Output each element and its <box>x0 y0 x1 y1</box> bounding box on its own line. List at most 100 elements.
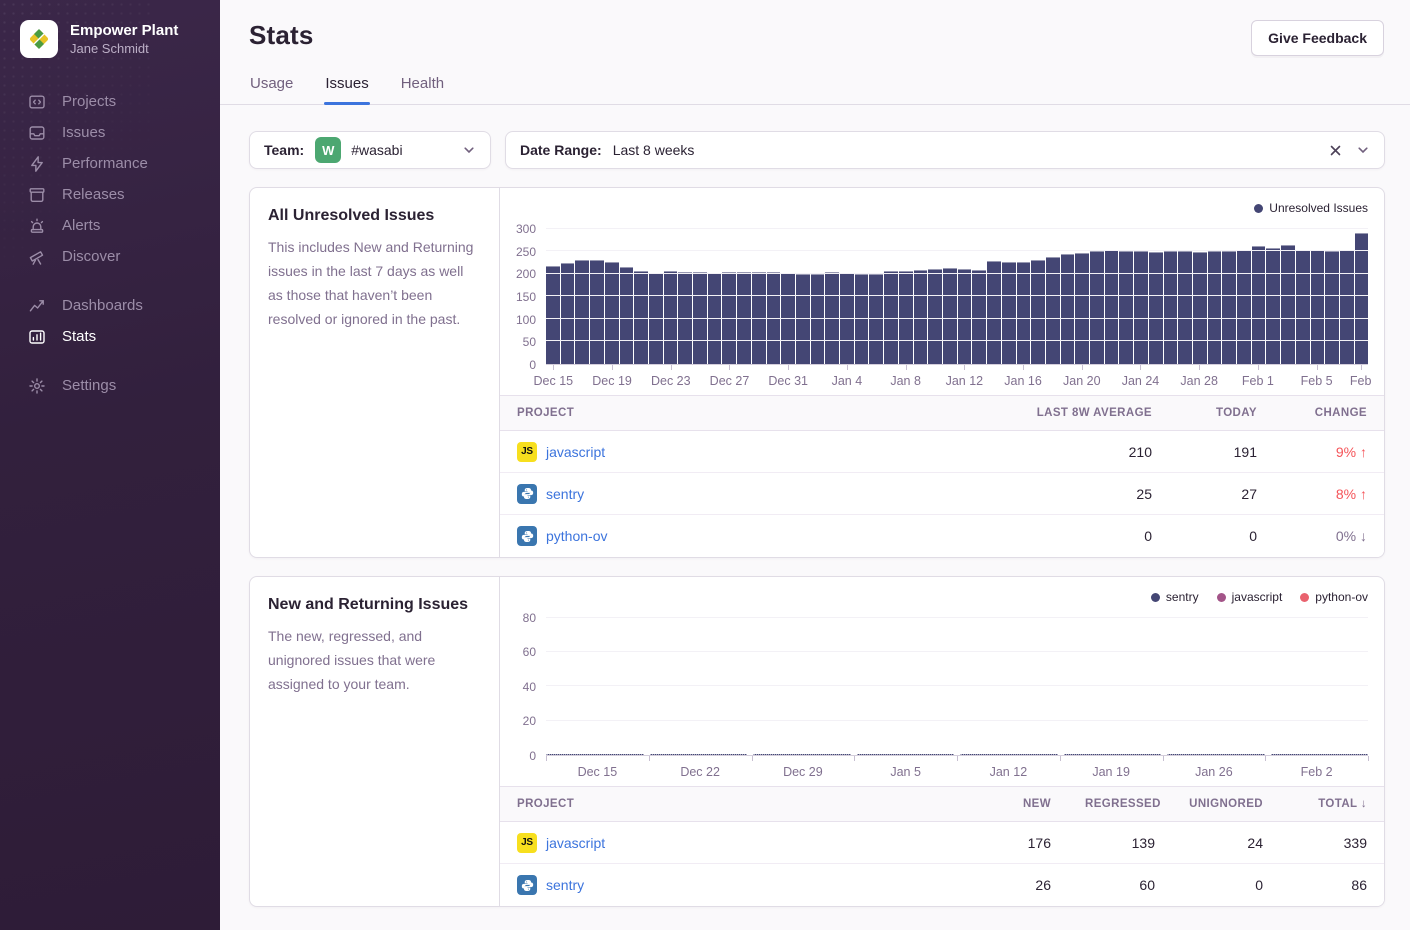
gridline <box>546 685 1368 686</box>
chart-bar <box>1178 251 1192 364</box>
chart-bar <box>1355 233 1369 364</box>
tab-health[interactable]: Health <box>400 71 445 104</box>
tab-usage[interactable]: Usage <box>249 71 294 104</box>
sidebar-item-releases[interactable]: Releases <box>0 179 220 210</box>
sidebar-item-label: Projects <box>62 93 116 110</box>
table-cell: 0% ↓ <box>1274 528 1384 544</box>
sidebar-item-projects[interactable]: Projects <box>0 86 220 117</box>
x-tick <box>1199 365 1200 370</box>
y-tick-label: 0 <box>529 359 536 371</box>
issues-icon <box>28 124 46 142</box>
table-row: sentry2660086 <box>500 864 1384 906</box>
chart-bar <box>1296 250 1310 364</box>
chart-legend: Unresolved Issues <box>510 198 1368 218</box>
column-header[interactable]: PROJECT <box>500 798 964 810</box>
sidebar-item-label: Performance <box>62 155 148 172</box>
x-axis-labels: Dec 15Dec 22Dec 29Jan 5Jan 12Jan 19Jan 2… <box>546 756 1368 786</box>
performance-lightning-icon <box>28 155 46 173</box>
main-content: Stats Give Feedback Usage Issues Health … <box>220 0 1410 930</box>
bar-segment-sentry <box>546 754 644 755</box>
legend-dot-icon <box>1217 593 1226 602</box>
legend-item[interactable]: Unresolved Issues <box>1254 201 1368 215</box>
x-tick-label: Dec 19 <box>592 374 632 388</box>
project-link[interactable]: sentry <box>546 486 584 502</box>
discover-telescope-icon <box>28 248 46 266</box>
project-link[interactable]: python-ov <box>546 528 607 544</box>
chart-bar <box>1340 250 1354 364</box>
dashboards-linechart-icon <box>28 297 46 315</box>
sort-descending-icon: ↓ <box>1357 798 1367 810</box>
chevron-down-icon[interactable] <box>1356 143 1370 157</box>
column-header[interactable]: CHANGE <box>1274 407 1384 419</box>
projects-icon <box>28 93 46 111</box>
sidebar-item-issues[interactable]: Issues <box>0 117 220 148</box>
x-tick <box>1317 365 1318 370</box>
sidebar-item-dashboards[interactable]: Dashboards <box>0 290 220 321</box>
column-header[interactable]: LAST 8W AVERAGE <box>999 407 1169 419</box>
date-range-select[interactable]: Date Range: Last 8 weeks <box>505 131 1385 169</box>
x-tick-label: Dec 29 <box>783 765 823 779</box>
team-select[interactable]: Team: W #wasabi <box>249 131 491 169</box>
column-header[interactable]: REGRESSED <box>1068 798 1172 810</box>
project-link[interactable]: sentry <box>546 877 584 893</box>
y-tick-label: 40 <box>523 681 536 693</box>
legend-item[interactable]: sentry <box>1151 590 1199 604</box>
project-link[interactable]: javascript <box>546 835 605 851</box>
column-header[interactable]: TODAY <box>1169 407 1274 419</box>
clear-filter-icon[interactable] <box>1329 144 1342 157</box>
team-select-value: #wasabi <box>351 142 402 158</box>
column-header[interactable]: PROJECT <box>500 407 999 419</box>
sidebar-item-alerts[interactable]: Alerts <box>0 210 220 241</box>
chart-bar <box>1266 248 1280 364</box>
chart-bar <box>1149 252 1163 364</box>
sidebar-item-label: Issues <box>62 124 105 141</box>
sidebar-item-label: Dashboards <box>62 297 143 314</box>
x-tick-label: Jan 5 <box>890 765 921 779</box>
sidebar-item-performance[interactable]: Performance <box>0 148 220 179</box>
column-header[interactable]: NEW <box>964 798 1068 810</box>
x-tick <box>671 365 672 370</box>
x-tick <box>1368 756 1369 761</box>
x-tick-label: Dec 27 <box>710 374 750 388</box>
javascript-logo-icon: JS <box>517 833 537 853</box>
column-header[interactable]: TOTAL ↓ <box>1280 798 1384 810</box>
x-tick-label: Dec 23 <box>651 374 691 388</box>
chevron-down-icon <box>462 143 476 157</box>
sidebar-item-settings[interactable]: Settings <box>0 370 220 401</box>
panel-description-text: The new, regressed, and unignored issues… <box>268 624 481 696</box>
chart-bar <box>1252 246 1266 364</box>
gridline <box>546 340 1368 341</box>
nav-section-divider <box>0 272 220 290</box>
stacked-chart-bar <box>857 754 955 755</box>
table-row: JSjavascript2101919% ↑ <box>500 431 1384 473</box>
table-cell: 86 <box>1280 877 1384 893</box>
tab-issues[interactable]: Issues <box>324 71 369 104</box>
legend-item[interactable]: python-ov <box>1300 590 1368 604</box>
table-cell: 0 <box>999 528 1169 544</box>
chart-bar <box>1237 250 1251 364</box>
column-header[interactable]: UNIGNORED <box>1172 798 1280 810</box>
chart-bar <box>1031 260 1045 364</box>
x-tick <box>1023 365 1024 370</box>
sidebar-item-stats[interactable]: Stats <box>0 321 220 352</box>
new-returning-issues-chart: sentryjavascriptpython-ov 020406080 Dec … <box>500 577 1384 786</box>
x-tick-label: Jan 24 <box>1122 374 1160 388</box>
legend-item[interactable]: javascript <box>1217 590 1283 604</box>
table-cell: 0 <box>1169 528 1274 544</box>
x-tick <box>1140 365 1141 370</box>
gridline <box>546 295 1368 296</box>
chart-bar <box>1105 250 1119 364</box>
org-switcher[interactable]: Empower Plant Jane Schmidt <box>0 0 220 74</box>
x-tick-label: Dec 15 <box>534 374 574 388</box>
gridline <box>546 651 1368 652</box>
project-link[interactable]: javascript <box>546 444 605 460</box>
chart-bar <box>590 260 604 364</box>
y-tick-label: 300 <box>516 223 536 235</box>
stacked-chart-bar <box>753 754 851 755</box>
sidebar-item-discover[interactable]: Discover <box>0 241 220 272</box>
sidebar: Empower Plant Jane Schmidt Projects Issu… <box>0 0 220 930</box>
give-feedback-button[interactable]: Give Feedback <box>1251 20 1384 56</box>
chart-bar <box>1208 251 1222 364</box>
gridline <box>546 617 1368 618</box>
y-tick-label: 150 <box>516 291 536 303</box>
